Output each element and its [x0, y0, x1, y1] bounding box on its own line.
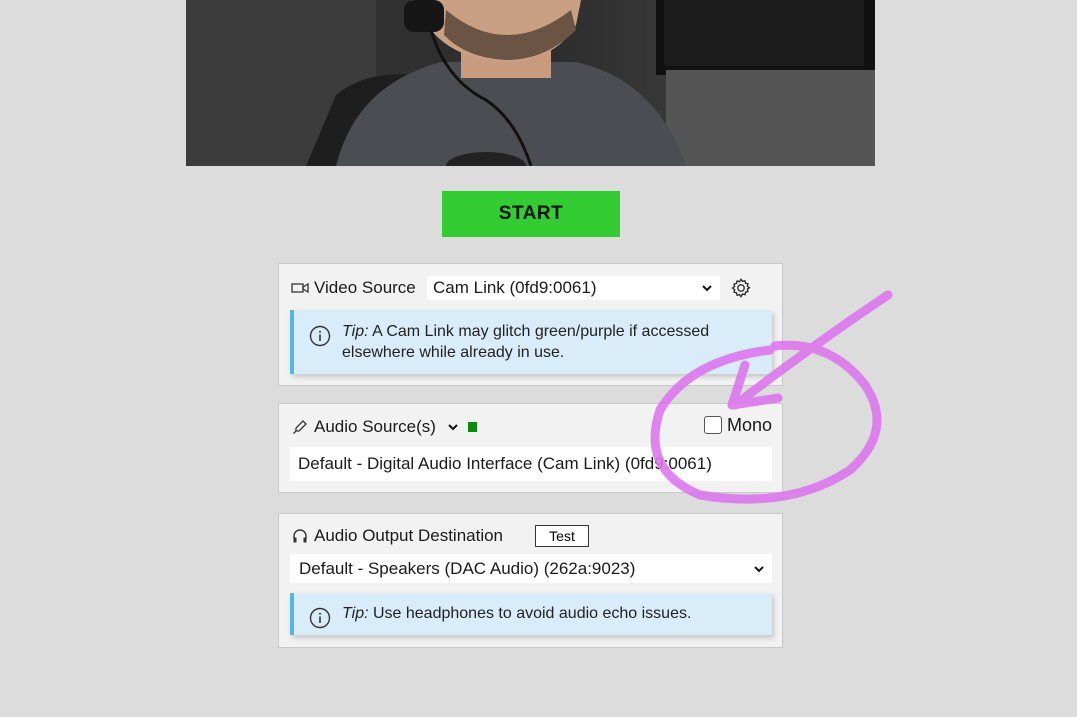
video-camera-icon: [291, 279, 309, 297]
audio-output-label: Audio Output Destination: [314, 526, 504, 545]
chevron-down-icon: [754, 565, 764, 572]
headphones-icon: [291, 527, 309, 545]
video-tip-box: Tip: A Cam Link may glitch green/purple …: [290, 310, 772, 374]
start-button[interactable]: START: [442, 191, 620, 237]
chevron-down-icon: [702, 285, 712, 292]
microphone-icon: [291, 418, 309, 436]
audio-source-panel: Audio Source(s) Mono Default - Digital A…: [278, 403, 783, 493]
video-tip-text: Tip: A Cam Link may glitch green/purple …: [342, 321, 758, 363]
output-tip-box: Tip: Use headphones to avoid audio echo …: [290, 593, 772, 635]
audio-output-panel: Audio Output Destination Test Default - …: [278, 513, 783, 648]
info-icon: [309, 325, 331, 347]
audio-level-indicator: [467, 422, 477, 432]
tip-body: A Cam Link may glitch green/purple if ac…: [342, 323, 710, 361]
audio-output-row: Audio Output Destination: [291, 526, 503, 546]
video-source-label: Video Source: [314, 278, 416, 297]
video-source-select[interactable]: Cam Link (0fd9:0061): [427, 276, 720, 300]
output-tip-text: Tip: Use headphones to avoid audio echo …: [342, 603, 758, 624]
video-source-value: Cam Link (0fd9:0061): [433, 278, 597, 297]
tip-prefix: Tip:: [342, 605, 369, 622]
audio-output-value: Default - Speakers (DAC Audio) (262a:902…: [299, 558, 636, 578]
video-source-panel: Video Source Cam Link (0fd9:0061) Tip: A…: [278, 263, 783, 386]
audio-source-list[interactable]: Default - Digital Audio Interface (Cam L…: [290, 447, 772, 481]
audio-source-row: Audio Source(s): [291, 417, 477, 437]
tip-prefix: Tip:: [342, 323, 369, 340]
gear-icon[interactable]: [730, 277, 752, 299]
mono-checkbox[interactable]: [704, 416, 722, 434]
mono-label: Mono: [727, 415, 773, 435]
audio-source-label: Audio Source(s): [314, 417, 436, 436]
test-button[interactable]: Test: [535, 525, 589, 547]
info-icon: [309, 607, 331, 629]
video-source-row: Video Source: [291, 278, 416, 298]
tip-body: Use headphones to avoid audio echo issue…: [368, 605, 692, 622]
audio-source-value: Default - Digital Audio Interface (Cam L…: [298, 454, 712, 473]
chevron-down-icon[interactable]: [446, 420, 460, 434]
audio-output-select[interactable]: Default - Speakers (DAC Audio) (262a:902…: [290, 554, 772, 583]
camera-preview: [186, 0, 875, 166]
